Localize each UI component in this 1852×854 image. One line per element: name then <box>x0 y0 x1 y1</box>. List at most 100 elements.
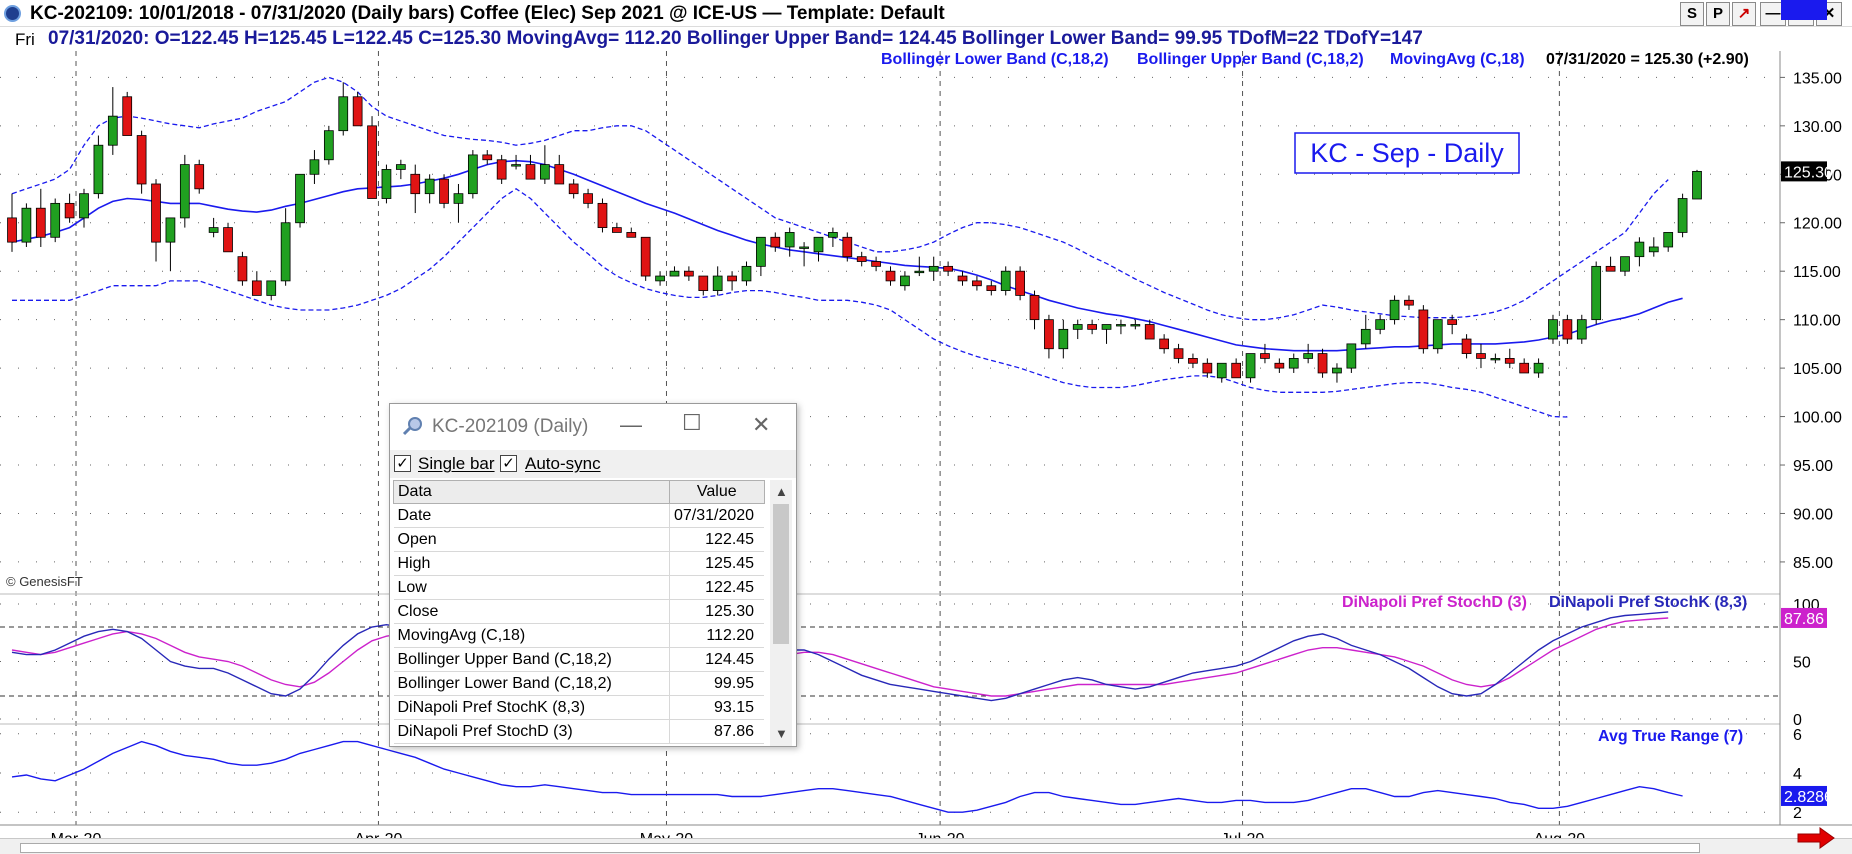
candle-body <box>1692 170 1702 200</box>
y-tick-label: 6 <box>1793 727 1802 744</box>
row-label: Low <box>393 575 670 600</box>
maximize-icon[interactable]: ☐ <box>682 410 702 436</box>
candle-body <box>1101 324 1112 330</box>
candle-body <box>295 173 305 224</box>
candle-body <box>1461 338 1472 354</box>
candle-body <box>1130 324 1141 327</box>
scroll-up-icon[interactable]: ▲ <box>775 484 788 499</box>
chart-title: KC - Sep - Daily <box>1310 138 1504 168</box>
candle-body <box>655 275 665 282</box>
candle-body <box>813 236 824 253</box>
candle-body <box>1562 319 1573 340</box>
candle-body <box>93 144 104 195</box>
header-data[interactable]: Data <box>393 480 670 504</box>
candle-body <box>698 275 709 291</box>
candle-body <box>21 207 32 243</box>
candle-body <box>1476 353 1486 359</box>
candle-body <box>1188 358 1198 364</box>
candle-body <box>554 164 565 185</box>
row-value: 07/31/2020 <box>669 503 765 528</box>
data-window-options: ✓ Single bar ✓ Auto-sync <box>390 450 796 478</box>
candle-body <box>395 164 406 170</box>
candle-body <box>1375 319 1386 330</box>
row-value: 87.86 <box>669 719 765 744</box>
candle-body <box>410 173 421 195</box>
candle-body <box>1245 353 1256 379</box>
candle-body <box>251 280 262 296</box>
watermark: © GenesisFT <box>6 574 83 589</box>
candle-body <box>885 270 896 282</box>
chart-area[interactable]: 135.00130.00125.00120.00115.00110.00105.… <box>0 0 1852 854</box>
row-value: 122.45 <box>669 575 765 600</box>
hscroll-thumb[interactable] <box>20 843 1700 853</box>
candle-body <box>194 164 205 190</box>
candle-body <box>1663 232 1674 248</box>
candle-body <box>338 96 349 132</box>
single-bar-label[interactable]: Single bar <box>418 454 495 474</box>
legend-last-close: 07/31/2020 = 125.30 (+2.90) <box>1546 51 1749 68</box>
candle-body <box>828 232 838 238</box>
y-tick-label: 110.00 <box>1793 313 1841 330</box>
y-tick-label: 50 <box>1793 655 1811 672</box>
row-label: Close <box>393 599 670 624</box>
candle-body <box>35 207 46 238</box>
row-value: 125.45 <box>669 551 765 576</box>
candle-body <box>597 202 608 228</box>
candle-body <box>439 178 449 204</box>
candle-body <box>856 256 867 262</box>
auto-sync-checkbox[interactable]: ✓ <box>500 455 517 472</box>
axes: 135.00130.00125.00120.00115.00110.00105.… <box>0 51 1852 848</box>
candle-body <box>900 275 910 287</box>
data-window-title: KC-202109 (Daily) <box>432 416 589 437</box>
minimize-icon[interactable]: — <box>620 412 642 438</box>
candle-body <box>1447 319 1458 325</box>
candle-body <box>842 236 853 258</box>
chart-horizontal-scrollbar[interactable] <box>0 838 1852 854</box>
header-value[interactable]: Value <box>669 480 765 504</box>
scroll-down-icon[interactable]: ▼ <box>775 726 788 741</box>
table-row: Open 122.45 <box>393 527 765 552</box>
data-window[interactable]: KC-202109 (Daily) — ☐ ✕ ✓ Single bar ✓ A… <box>389 403 797 747</box>
candle-body <box>1418 309 1429 350</box>
candle-body <box>1058 328 1069 350</box>
candle-body <box>669 270 680 277</box>
candle-body <box>7 217 17 243</box>
table-row: Bollinger Lower Band (C,18,2) 99.95 <box>393 671 765 696</box>
y-tick-label: 4 <box>1793 766 1802 783</box>
auto-sync-label[interactable]: Auto-sync <box>525 454 601 474</box>
legend-atr: Avg True Range (7) <box>1598 728 1743 745</box>
candle-body <box>1490 358 1501 361</box>
candle-body <box>424 178 435 195</box>
atr-panel <box>11 740 1683 813</box>
row-label: DiNapoli Pref StochD (3) <box>393 719 670 744</box>
table-row: Bollinger Upper Band (C,18,2) 124.45 <box>393 647 765 672</box>
y-tick-label: 130.00 <box>1793 119 1842 136</box>
legend-upper-band: Bollinger Upper Band (C,18,2) <box>1137 51 1364 68</box>
candle-body <box>1677 198 1688 233</box>
row-value: 124.45 <box>669 647 765 672</box>
candles <box>7 82 1702 383</box>
candle-body <box>1432 319 1443 350</box>
close-icon[interactable]: ✕ <box>752 412 770 438</box>
candle-body <box>482 154 493 161</box>
y-tick-label: 135.00 <box>1793 70 1842 87</box>
candle-body <box>1317 353 1328 374</box>
candle-body <box>525 164 536 180</box>
legend-stoch-d: DiNapoli Pref StochD (3) <box>1342 594 1527 611</box>
candle-body <box>1116 324 1126 327</box>
text-labels: Bollinger Lower Band (C,18,2) Bollinger … <box>6 51 1749 745</box>
scroll-right-arrow-icon[interactable] <box>1796 826 1836 850</box>
candle-body <box>1087 324 1097 330</box>
candle-body <box>626 232 637 238</box>
candle-body <box>1159 338 1170 350</box>
candle-body <box>1216 362 1227 379</box>
candle-body <box>612 227 622 233</box>
candle-body <box>1044 319 1054 350</box>
candle-body <box>223 227 233 253</box>
row-value: 125.30 <box>669 599 765 624</box>
scroll-thumb[interactable] <box>773 504 789 644</box>
single-bar-checkbox[interactable]: ✓ <box>394 455 411 472</box>
candle-body <box>1519 362 1530 374</box>
data-window-scrollbar[interactable]: ▲ ▼ <box>770 480 792 746</box>
candle-body <box>122 96 133 136</box>
